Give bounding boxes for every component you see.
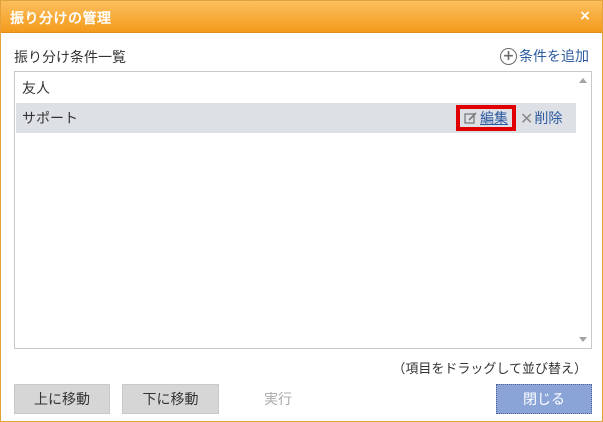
delete-link[interactable]: ✕ 削除 xyxy=(520,108,562,128)
list-item-name: 友人 xyxy=(22,81,50,97)
drag-reorder-hint: （項目をドラッグして並び替え） xyxy=(392,362,587,377)
edit-link[interactable]: 編集 xyxy=(456,105,516,131)
list-item-selected[interactable]: サポート 編集 ✕ 削除 xyxy=(16,103,576,133)
run-button[interactable]: 実行 xyxy=(231,384,325,414)
plus-circle-icon: + xyxy=(500,47,517,65)
close-icon[interactable]: × xyxy=(577,8,593,24)
filter-list-label: 振り分け条件一覧 xyxy=(14,50,126,66)
add-condition-label: 条件を追加 xyxy=(519,49,589,65)
move-down-button[interactable]: 下に移動 xyxy=(122,384,219,414)
move-up-button[interactable]: 上に移動 xyxy=(14,384,110,414)
delete-label: 削除 xyxy=(534,111,563,127)
list-scrollbar[interactable] xyxy=(576,72,591,348)
scroll-down-arrow-icon[interactable] xyxy=(579,337,587,342)
edit-label: 編集 xyxy=(480,111,508,127)
close-button[interactable]: 閉じる xyxy=(496,384,592,414)
dialog-titlebar[interactable]: 振り分けの管理 × xyxy=(1,1,602,33)
filter-management-dialog: 振り分けの管理 × 振り分け条件一覧 + 条件を追加 友人 サポート 編集 ✕ … xyxy=(0,0,603,422)
row-actions: 編集 ✕ 削除 xyxy=(456,103,562,133)
list-item-name: サポート xyxy=(22,111,78,127)
edit-icon xyxy=(464,111,478,125)
add-condition-link[interactable]: + 条件を追加 xyxy=(500,46,589,66)
scroll-up-arrow-icon[interactable] xyxy=(579,78,587,83)
dialog-title: 振り分けの管理 xyxy=(10,11,112,27)
delete-icon: ✕ xyxy=(520,108,534,128)
filter-list[interactable]: 友人 サポート 編集 ✕ 削除 xyxy=(14,71,592,349)
list-item[interactable]: 友人 xyxy=(16,73,576,103)
